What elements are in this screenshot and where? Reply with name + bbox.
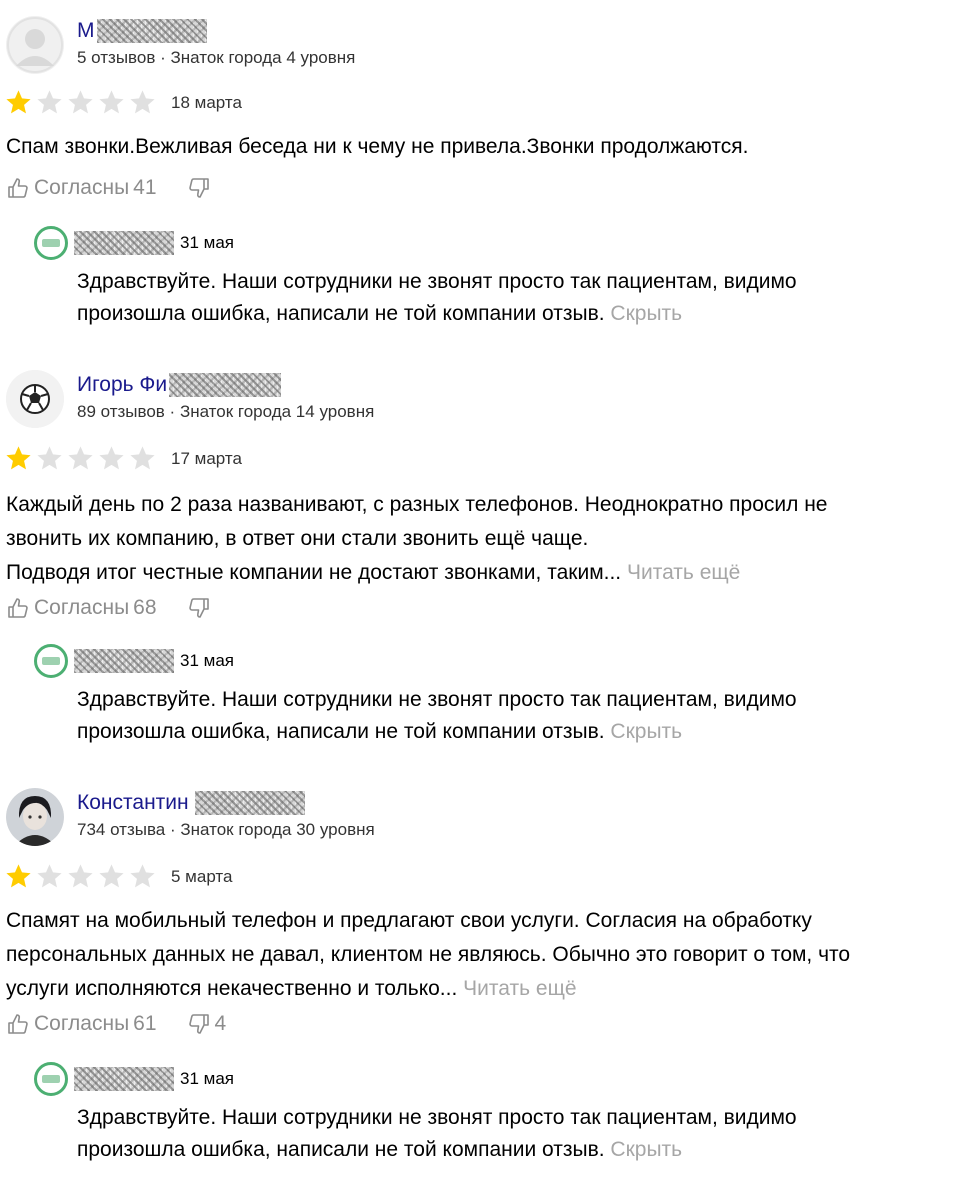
anime-character-avatar-icon[interactable] [6, 788, 64, 846]
agree-button[interactable]: Согласны 68 [6, 596, 157, 620]
reply-text-line: Здравствуйте. Наши сотрудники не звонят … [77, 270, 797, 293]
organization-logo-icon[interactable] [34, 226, 68, 260]
dislike-button[interactable] [187, 176, 215, 200]
reply-text-line: произошла ошибка, написали не той компан… [77, 720, 605, 743]
hide-reply-link[interactable]: Скрыть [610, 302, 682, 325]
review-text-line: Каждый день по 2 раза названивают, с раз… [6, 493, 828, 516]
star-empty-icon [37, 446, 62, 470]
redacted-name [96, 19, 207, 43]
review-text: Спам звонки.Вежливая беседа ни к чему не… [6, 130, 960, 164]
read-more-link[interactable]: Читать ещё [627, 561, 740, 584]
review-date: 18 марта [171, 92, 242, 112]
reply-text: Здравствуйте. Наши сотрудники не звонят … [77, 1102, 957, 1166]
author-name[interactable]: М [77, 19, 95, 43]
reply-text-line: произошла ошибка, написали не той компан… [77, 1138, 605, 1161]
thumbs-down-icon [187, 176, 211, 200]
redacted-name [169, 373, 282, 397]
organization-logo-icon[interactable] [34, 1062, 68, 1096]
star-empty-icon [130, 864, 155, 888]
rating-stars [4, 88, 159, 117]
star-empty-icon [68, 90, 93, 114]
read-more-link[interactable]: Читать ещё [463, 977, 576, 1000]
review-date: 5 марта [171, 866, 233, 886]
agree-count: 61 [133, 1012, 157, 1035]
review-text-line: Спамят на мобильный телефон и предлагают… [6, 909, 812, 932]
author-meta: 5 отзывов · Знаток города 4 уровня [77, 48, 356, 67]
rating-stars [4, 862, 159, 891]
star-empty-icon [99, 90, 124, 114]
redacted-org-name [74, 231, 174, 255]
thumbs-up-icon [6, 176, 30, 200]
reply-text: Здравствуйте. Наши сотрудники не звонят … [77, 684, 957, 748]
review-text-line: Спам звонки.Вежливая беседа ни к чему не… [6, 135, 749, 158]
review-text-line: услуги исполняются некачественно и тольк… [6, 977, 458, 1000]
dislike-button[interactable]: 4 [187, 1012, 227, 1036]
agree-button[interactable]: Согласны 41 [6, 176, 157, 200]
reply-text-line: Здравствуйте. Наши сотрудники не звонят … [77, 1106, 797, 1129]
rating-stars [4, 444, 159, 473]
thumbs-up-icon [6, 1012, 30, 1036]
hide-reply-link[interactable]: Скрыть [610, 1138, 682, 1161]
redacted-org-name [74, 1067, 174, 1091]
star-filled-icon [6, 90, 31, 114]
soccer-ball-avatar-icon[interactable] [6, 370, 64, 428]
agree-button[interactable]: Согласны 61 [6, 1012, 157, 1036]
author-name[interactable]: Константин [77, 791, 189, 815]
review-date: 17 марта [171, 448, 242, 468]
review-text-line: звонить их компанию, в ответ они стали з… [6, 527, 589, 550]
agree-label: Согласны [34, 596, 130, 619]
review-text: Каждый день по 2 раза названивают, с раз… [6, 488, 960, 590]
star-empty-icon [37, 90, 62, 114]
review-text: Спамят на мобильный телефон и предлагают… [6, 904, 960, 1006]
agree-label: Согласны [34, 176, 130, 199]
star-empty-icon [68, 864, 93, 888]
agree-count: 68 [133, 596, 157, 619]
reply-date: 31 мая [180, 651, 234, 670]
author-meta: 734 отзыва · Знаток города 30 уровня [77, 820, 375, 839]
star-empty-icon [99, 446, 124, 470]
dislike-button[interactable] [187, 596, 215, 620]
star-empty-icon [99, 864, 124, 888]
author-name[interactable]: Игорь Фи [77, 373, 167, 397]
organization-logo-icon[interactable] [34, 644, 68, 678]
review-text-line: Подводя итог честные компании не достают… [6, 561, 622, 584]
author-meta: 89 отзывов · Знаток города 14 уровня [77, 402, 375, 421]
default-user-avatar-icon[interactable] [6, 16, 64, 74]
dislike-count: 4 [214, 1012, 227, 1035]
redacted-name [194, 791, 305, 815]
thumbs-up-icon [6, 596, 30, 620]
star-filled-icon [6, 446, 31, 470]
reply-date: 31 мая [180, 1069, 234, 1088]
reply-date: 31 мая [180, 233, 234, 252]
thumbs-down-icon [187, 596, 211, 620]
star-empty-icon [37, 864, 62, 888]
reply-text: Здравствуйте. Наши сотрудники не звонят … [77, 266, 957, 330]
agree-label: Согласны [34, 1012, 130, 1035]
agree-count: 41 [133, 176, 157, 199]
reply-text-line: произошла ошибка, написали не той компан… [77, 302, 605, 325]
thumbs-down-icon [187, 1012, 211, 1036]
star-empty-icon [68, 446, 93, 470]
star-empty-icon [130, 90, 155, 114]
star-empty-icon [130, 446, 155, 470]
reply-text-line: Здравствуйте. Наши сотрудники не звонят … [77, 688, 797, 711]
star-filled-icon [6, 864, 31, 888]
review-text-line: персональных данных не давал, клиентом н… [6, 943, 851, 966]
redacted-org-name [74, 649, 174, 673]
hide-reply-link[interactable]: Скрыть [610, 720, 682, 743]
